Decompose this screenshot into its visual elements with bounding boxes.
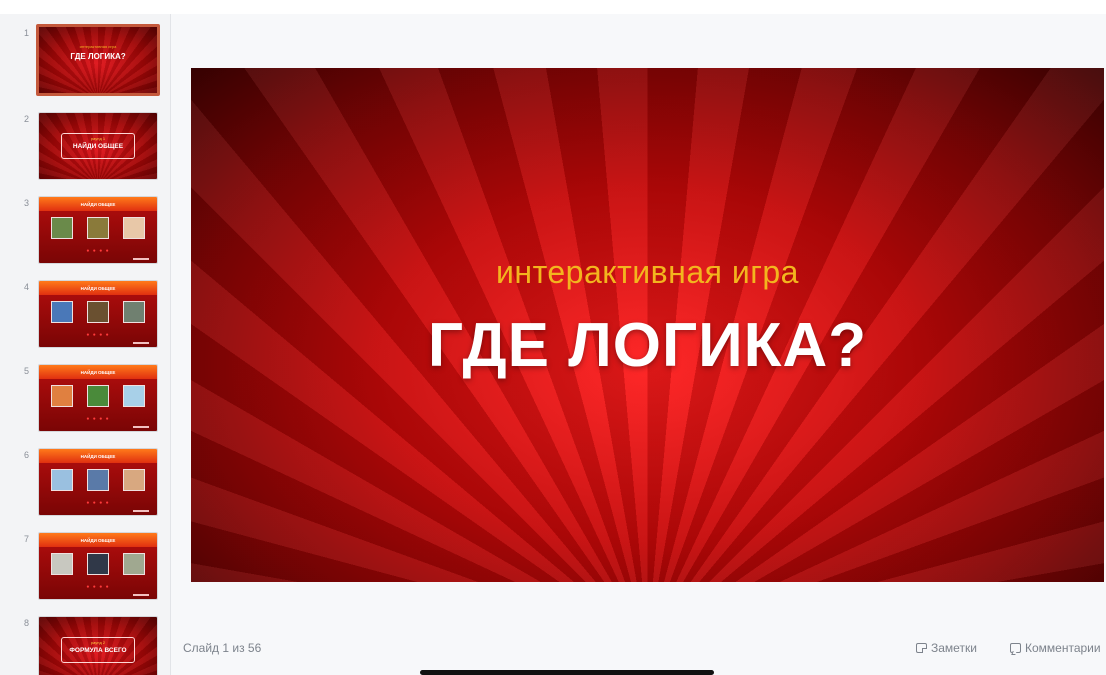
thumbnail-title: НАЙДИ ОБЩЕЕ <box>80 454 116 459</box>
slide-thumbnail[interactable]: НАЙДИ ОБЩЕЕ ● ● ● ● <box>38 280 158 348</box>
thumbnail-dots: ● ● ● ● <box>86 332 110 338</box>
thumbnail-dots: ● ● ● ● <box>86 248 110 254</box>
thumbnail-frame: раунд 1 НАЙДИ ОБЩЕЕ <box>61 133 135 159</box>
slide-number: 1 <box>24 28 30 38</box>
slide-thumbnail-panel: 1 интерактивная игра ГДЕ ЛОГИКА? 2 раунд 1 НА… <box>0 14 171 675</box>
thumbnail-dots: ● ● ● ● <box>86 584 110 590</box>
slide-thumbnail[interactable]: НАЙДИ ОБЩЕЕ ● ● ● ● <box>38 364 158 432</box>
notes-button[interactable]: Заметки <box>916 641 977 655</box>
slide-number: 5 <box>24 366 30 376</box>
slide-title: ГДЕ ЛОГИКА? <box>427 311 868 380</box>
thumbnail-title: ГДЕ ЛОГИКА? <box>70 52 126 61</box>
slide-thumbnail[interactable]: НАЙДИ ОБЩЕЕ ● ● ● ● <box>38 196 158 264</box>
thumbnail-subtitle: раунд 2 <box>90 640 106 645</box>
slide-thumbnail-row[interactable]: 2 раунд 1 НАЙДИ ОБЩЕЕ <box>0 112 170 184</box>
slide-thumbnail-row[interactable]: 3 НАЙДИ ОБЩЕЕ ● ● ● ● <box>0 196 170 268</box>
thumbnail-title: ФОРМУЛА ВСЕГО <box>69 647 127 654</box>
slide-thumbnail[interactable]: НАЙДИ ОБЩЕЕ ● ● ● ● <box>38 448 158 516</box>
thumbnail-frame: раунд 2 ФОРМУЛА ВСЕГО <box>61 637 135 663</box>
thumbnail-picture <box>87 217 109 239</box>
slide-number: 2 <box>24 114 30 124</box>
slide-thumbnail[interactable]: раунд 2 ФОРМУЛА ВСЕГО <box>38 616 158 675</box>
slide-subtitle: интерактивная игра <box>496 254 799 290</box>
thumbnail-picture <box>51 301 73 323</box>
slide-number: 6 <box>24 450 30 460</box>
thumbnail-footer <box>133 594 149 596</box>
thumbnail-picture <box>51 469 73 491</box>
slide-thumbnail-row[interactable]: 4 НАЙДИ ОБЩЕЕ ● ● ● ● <box>0 280 170 352</box>
slide-thumbnail-row[interactable]: 5 НАЙДИ ОБЩЕЕ ● ● ● ● <box>0 364 170 436</box>
thumbnail-title: НАЙДИ ОБЩЕЕ <box>80 286 116 291</box>
slide-number: 7 <box>24 534 30 544</box>
slide-thumbnail-row[interactable]: 6 НАЙДИ ОБЩЕЕ ● ● ● ● <box>0 448 170 520</box>
thumbnail-picture <box>123 553 145 575</box>
thumbnail-title: НАЙДИ ОБЩЕЕ <box>80 202 116 207</box>
thumbnail-title: НАЙДИ ОБЩЕЕ <box>72 143 124 150</box>
thumbnail-picture <box>123 469 145 491</box>
thumbnail-subtitle: интерактивная игра <box>79 44 117 49</box>
thumbnail-subtitle: раунд 1 <box>90 136 106 141</box>
thumbnail-dots: ● ● ● ● <box>86 416 110 422</box>
thumbnail-picture <box>123 385 145 407</box>
notes-icon <box>916 643 927 653</box>
thumbnail-title: НАЙДИ ОБЩЕЕ <box>80 370 116 375</box>
slide-number: 3 <box>24 198 30 208</box>
thumbnail-dots: ● ● ● ● <box>86 500 110 506</box>
thumbnail-footer <box>133 258 149 260</box>
thumbnail-footer <box>133 510 149 512</box>
slide-thumbnail[interactable]: интерактивная игра ГДЕ ЛОГИКА? <box>36 24 160 96</box>
slide-thumbnail[interactable]: НАЙДИ ОБЩЕЕ ● ● ● ● <box>38 532 158 600</box>
thumbnail-picture <box>51 385 73 407</box>
thumbnail-title: НАЙДИ ОБЩЕЕ <box>80 538 116 543</box>
thumbnail-footer <box>133 342 149 344</box>
slide-number: 8 <box>24 618 30 628</box>
current-slide[interactable]: интерактивная игра ГДЕ ЛОГИКА? <box>191 68 1104 582</box>
thumbnail-picture <box>87 553 109 575</box>
slide-counter: Слайд 1 из 56 <box>183 641 262 655</box>
thumbnail-picture <box>51 553 73 575</box>
thumbnail-picture <box>87 469 109 491</box>
thumbnail-picture <box>51 217 73 239</box>
home-indicator <box>420 670 714 675</box>
thumbnail-picture <box>87 385 109 407</box>
slide-thumbnail-row[interactable]: 7 НАЙДИ ОБЩЕЕ ● ● ● ● <box>0 532 170 604</box>
thumbnail-picture <box>123 217 145 239</box>
thumbnail-picture <box>87 301 109 323</box>
slide-number: 4 <box>24 282 30 292</box>
thumbnail-picture <box>123 301 145 323</box>
comment-icon <box>1010 643 1021 653</box>
slide-thumbnail-row[interactable]: 8 раунд 2 ФОРМУЛА ВСЕГО <box>0 616 170 675</box>
notes-label: Заметки <box>931 641 977 655</box>
slide-thumbnail-row[interactable]: 1 интерактивная игра ГДЕ ЛОГИКА? <box>0 24 170 98</box>
comments-label: Комментарии <box>1025 641 1101 655</box>
thumbnail-footer <box>133 426 149 428</box>
slide-thumbnail[interactable]: раунд 1 НАЙДИ ОБЩЕЕ <box>38 112 158 180</box>
comments-button[interactable]: Комментарии <box>1010 641 1101 655</box>
